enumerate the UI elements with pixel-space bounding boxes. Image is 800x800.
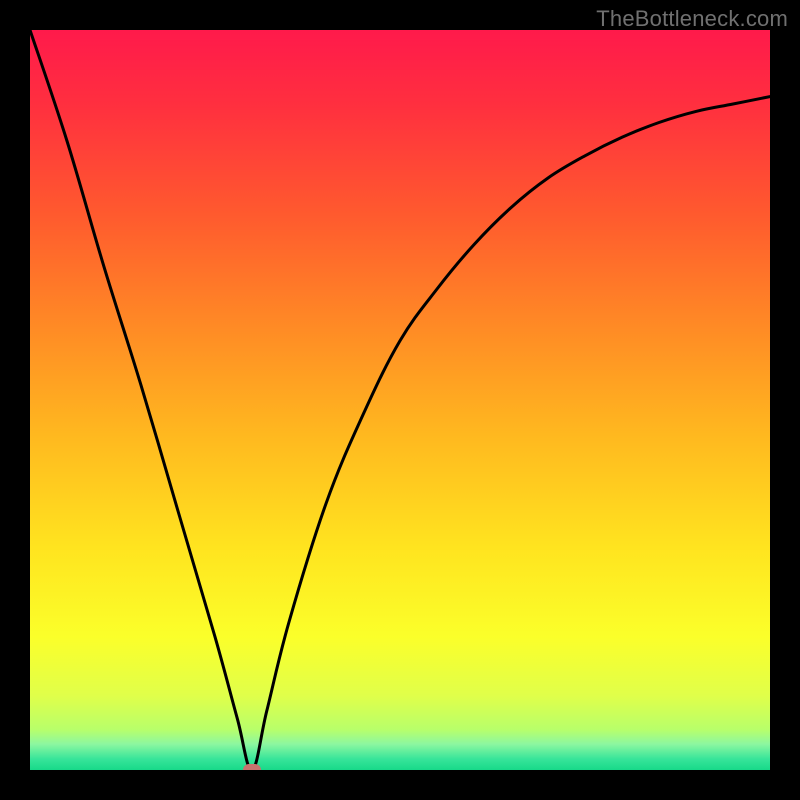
chart-svg [30, 30, 770, 770]
gradient-background [30, 30, 770, 770]
plot-area [30, 30, 770, 770]
watermark-text: TheBottleneck.com [596, 6, 788, 32]
notch-marker [243, 764, 261, 770]
